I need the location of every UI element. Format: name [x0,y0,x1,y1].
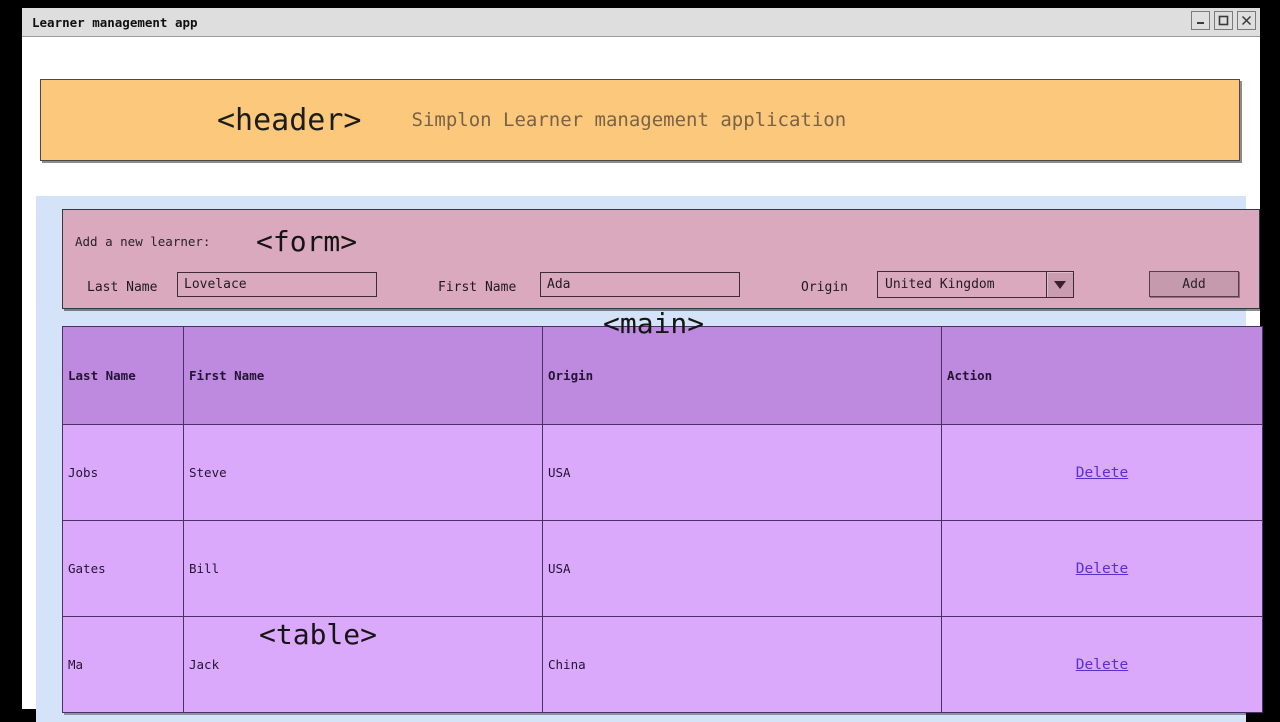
form-fields-row: Last Name First Name Origin United Kingd… [63,270,1259,310]
table-header-row: Last Name First Name Origin Action [63,327,1263,425]
minimize-button[interactable] [1191,11,1210,30]
cell-action: Delete [942,425,1263,521]
title-bar[interactable]: Learner management app [22,8,1260,37]
table-body: Jobs Steve USA Delete Gates Bill USA Del… [63,425,1263,713]
first-name-input[interactable] [540,272,740,297]
form-legend: Add a new learner: [75,234,210,249]
cell-last-name: Jobs [63,425,184,521]
cell-origin: USA [543,521,942,617]
table-row: Gates Bill USA Delete [63,521,1263,617]
cell-first-name: Steve [184,425,543,521]
table-head: Last Name First Name Origin Action [63,327,1263,425]
delete-link[interactable]: Delete [1076,657,1128,673]
add-learner-button[interactable]: Add [1149,271,1239,297]
add-learner-form: Add a new learner: <form> Last Name Firs… [62,209,1260,309]
table-row: Jobs Steve USA Delete [63,425,1263,521]
main-panel: Add a new learner: <form> Last Name Firs… [36,196,1246,722]
window-controls [1191,11,1256,30]
cell-action: Delete [942,617,1263,713]
cell-action: Delete [942,521,1263,617]
close-icon [1240,14,1253,27]
maximize-button[interactable] [1214,11,1233,30]
last-name-input[interactable] [177,272,377,297]
form-tag-annotation: <form> [256,225,357,258]
site-header: <header> Simplon Learner management appl… [40,79,1240,161]
origin-label: Origin [801,280,848,295]
chevron-down-icon[interactable] [1046,272,1073,297]
last-name-label: Last Name [87,280,157,295]
main-tag-annotation: <main> [603,307,704,340]
window-title: Learner management app [22,15,198,30]
cell-last-name: Ma [63,617,184,713]
column-header-origin: Origin [543,327,942,425]
app-subtitle: Simplon Learner management application [412,109,847,131]
page-body: <header> Simplon Learner management appl… [22,37,1260,709]
column-header-first-name: First Name [184,327,543,425]
table-row: Ma Jack China Delete [63,617,1263,713]
chevron-down-glyph [1054,281,1066,289]
first-name-label: First Name [438,280,516,295]
close-button[interactable] [1237,11,1256,30]
maximize-icon [1217,14,1230,27]
table-tag-annotation: <table> [259,618,377,651]
header-tag-annotation: <header> [217,103,362,138]
app-window: Learner management app <he [22,8,1260,708]
origin-select[interactable]: United Kingdom [877,271,1074,298]
delete-link[interactable]: Delete [1076,561,1128,577]
cell-first-name: Bill [184,521,543,617]
origin-select-value: United Kingdom [878,272,1046,297]
learners-table: Last Name First Name Origin Action Jobs … [62,326,1263,713]
cell-origin: USA [543,425,942,521]
column-header-last-name: Last Name [63,327,184,425]
cell-last-name: Gates [63,521,184,617]
minimize-icon [1194,14,1207,27]
delete-link[interactable]: Delete [1076,465,1128,481]
cell-origin: China [543,617,942,713]
column-header-action: Action [942,327,1263,425]
